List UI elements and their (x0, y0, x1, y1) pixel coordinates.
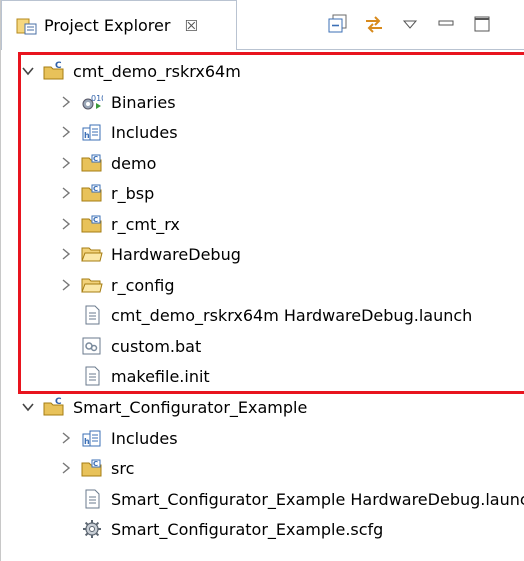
folder-icon (81, 275, 103, 295)
includes-icon: h (81, 122, 103, 142)
file-icon (81, 305, 103, 325)
chevron-down-icon[interactable] (21, 64, 35, 78)
tree-item-label: cmt_demo_rskrx64m HardwareDebug.launch (111, 305, 473, 325)
svg-text:C: C (93, 155, 98, 163)
tree-item-launch-file[interactable]: Smart_Configurator_Example HardwareDebug… (81, 484, 524, 514)
tree-item-r-cmt-rx[interactable]: C r_cmt_rx (59, 209, 180, 239)
collapse-all-icon[interactable] (327, 13, 349, 35)
tree-item-label: Smart_Configurator_Example HardwareDebug… (111, 489, 524, 509)
tree-item-project-smart-configurator[interactable]: C Smart_Configurator_Example (21, 392, 307, 422)
file-icon (81, 366, 103, 386)
tree-item-label: r_bsp (111, 183, 155, 203)
folder-icon (81, 244, 103, 264)
gear-icon (81, 519, 103, 539)
tree-item-label: r_cmt_rx (111, 214, 180, 234)
tree-item-includes[interactable]: h Includes (59, 423, 178, 453)
source-folder-icon: C (81, 183, 103, 203)
close-icon[interactable]: ☒ (184, 17, 197, 35)
tree-item-project-cmt-demo[interactable]: C cmt_demo_rskrx64m (21, 56, 241, 86)
tree-item-src[interactable]: C src (59, 453, 134, 483)
tree-item-r-config[interactable]: r_config (59, 270, 175, 300)
tree-item-binaries[interactable]: 010 Binaries (59, 87, 176, 117)
chevron-right-icon[interactable] (59, 247, 73, 261)
c-project-icon: C (43, 61, 65, 81)
tree-item-demo[interactable]: C demo (59, 148, 156, 178)
includes-icon: h (81, 428, 103, 448)
svg-text:h: h (84, 131, 90, 140)
tree-item-label: makefile.init (111, 366, 210, 386)
chevron-right-icon[interactable] (59, 186, 73, 200)
tree-item-label: Binaries (111, 92, 176, 112)
view-toolbar (327, 10, 507, 38)
chevron-right-icon[interactable] (59, 431, 73, 445)
c-project-icon: C (43, 397, 65, 417)
svg-text:010: 010 (91, 94, 103, 103)
chevron-right-icon[interactable] (59, 217, 73, 231)
chevron-right-icon[interactable] (59, 278, 73, 292)
tree-item-r-bsp[interactable]: C r_bsp (59, 178, 154, 208)
source-folder-icon: C (81, 153, 103, 173)
batch-file-icon (81, 336, 103, 356)
maximize-icon[interactable] (471, 13, 493, 35)
tree-item-label: custom.bat (111, 336, 202, 356)
svg-text:C: C (93, 216, 98, 224)
view-menu-icon[interactable] (399, 13, 421, 35)
tree-item-label: Includes (111, 428, 178, 448)
tab-divider (236, 49, 524, 50)
project-explorer-view: Project Explorer ☒ C cmt_demo_rskrx64m 0… (0, 0, 524, 561)
tree-item-label: Smart_Configurator_Example.scfg (111, 519, 384, 539)
binaries-icon: 010 (81, 92, 103, 112)
source-folder-icon: C (81, 458, 103, 478)
tree-item-custom-bat[interactable]: custom.bat (81, 331, 201, 361)
file-icon (81, 489, 103, 509)
tab-label: Project Explorer (44, 16, 171, 35)
svg-text:h: h (84, 437, 90, 446)
view-tab-bar: Project Explorer ☒ (1, 0, 524, 50)
project-explorer-icon (16, 16, 38, 36)
tree-item-label: src (111, 458, 135, 478)
tree-item-includes[interactable]: h Includes (59, 117, 178, 147)
chevron-right-icon[interactable] (59, 95, 73, 109)
tree-item-hardwaredebug[interactable]: HardwareDebug (59, 239, 241, 269)
link-with-editor-icon[interactable] (363, 13, 385, 35)
svg-text:C: C (55, 61, 62, 71)
chevron-down-icon[interactable] (21, 400, 35, 414)
tree-item-label: r_config (111, 275, 175, 295)
tab-project-explorer[interactable]: Project Explorer ☒ (1, 0, 237, 50)
tree-item-launch-file[interactable]: cmt_demo_rskrx64m HardwareDebug.launch (81, 300, 472, 330)
project-name: cmt_demo_rskrx64m (73, 61, 241, 81)
chevron-right-icon[interactable] (59, 125, 73, 139)
minimize-icon[interactable] (435, 13, 457, 35)
tree-item-label: HardwareDebug (111, 244, 241, 264)
chevron-right-icon[interactable] (59, 461, 73, 475)
tree-item-scfg-file[interactable]: Smart_Configurator_Example.scfg (81, 514, 383, 544)
svg-text:C: C (93, 185, 98, 193)
svg-text:C: C (55, 397, 62, 407)
tree-item-label: Includes (111, 122, 178, 142)
tree-item-label: demo (111, 153, 157, 173)
tree-item-makefile-init[interactable]: makefile.init (81, 361, 210, 391)
source-folder-icon: C (81, 214, 103, 234)
project-name: Smart_Configurator_Example (73, 397, 308, 417)
svg-text:C: C (93, 460, 98, 468)
chevron-right-icon[interactable] (59, 156, 73, 170)
